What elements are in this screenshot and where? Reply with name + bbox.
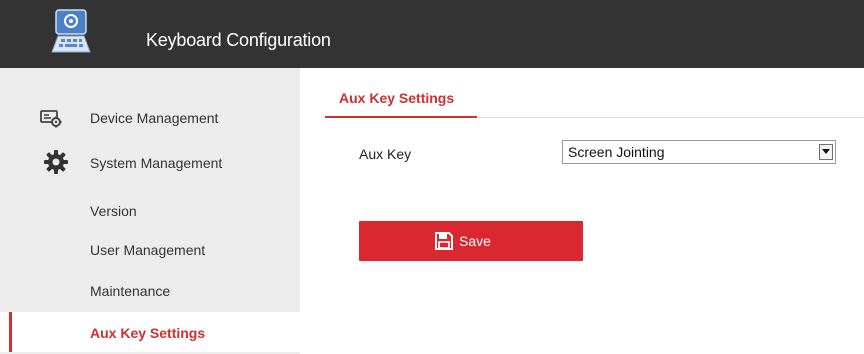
aux-key-select[interactable]: Screen Jointing xyxy=(562,140,836,164)
sidebar-item-label: User Management xyxy=(90,242,206,258)
sidebar-item-label: Version xyxy=(90,203,137,219)
app-title: Keyboard Configuration xyxy=(146,30,331,50)
sidebar-item-device-management[interactable]: Device Management xyxy=(0,100,300,136)
sidebar: Device Management System Management Vers… xyxy=(0,68,300,354)
sidebar-item-label: Aux Key Settings xyxy=(90,325,206,341)
tab-aux-key-settings[interactable]: Aux Key Settings xyxy=(325,90,477,118)
sidebar-item-maintenance[interactable]: Maintenance xyxy=(0,273,300,309)
aux-key-label: Aux Key xyxy=(359,146,412,162)
save-button[interactable]: Save xyxy=(359,221,583,261)
sidebar-item-aux-key-settings[interactable]: Aux Key Settings xyxy=(0,312,300,352)
sidebar-item-label: Device Management xyxy=(90,110,219,126)
app-header: Keyboard Configuration xyxy=(0,0,864,68)
gear-icon xyxy=(44,150,68,179)
save-button-label: Save xyxy=(459,233,491,249)
keyboard-app-icon xyxy=(50,8,92,56)
sidebar-item-version[interactable]: Version xyxy=(0,193,300,229)
active-indicator xyxy=(9,312,12,352)
tab-divider xyxy=(477,117,864,118)
tab-label: Aux Key Settings xyxy=(339,90,455,106)
device-management-icon xyxy=(40,110,62,133)
sidebar-item-system-management[interactable]: System Management xyxy=(0,145,300,181)
sidebar-item-user-management[interactable]: User Management xyxy=(0,232,300,268)
dropdown-button[interactable] xyxy=(819,144,833,160)
aux-key-selected-value: Screen Jointing xyxy=(568,144,665,160)
sidebar-item-label: Maintenance xyxy=(90,283,171,299)
chevron-down-icon xyxy=(822,149,830,154)
sidebar-item-label: System Management xyxy=(90,155,223,171)
save-icon xyxy=(435,232,453,255)
